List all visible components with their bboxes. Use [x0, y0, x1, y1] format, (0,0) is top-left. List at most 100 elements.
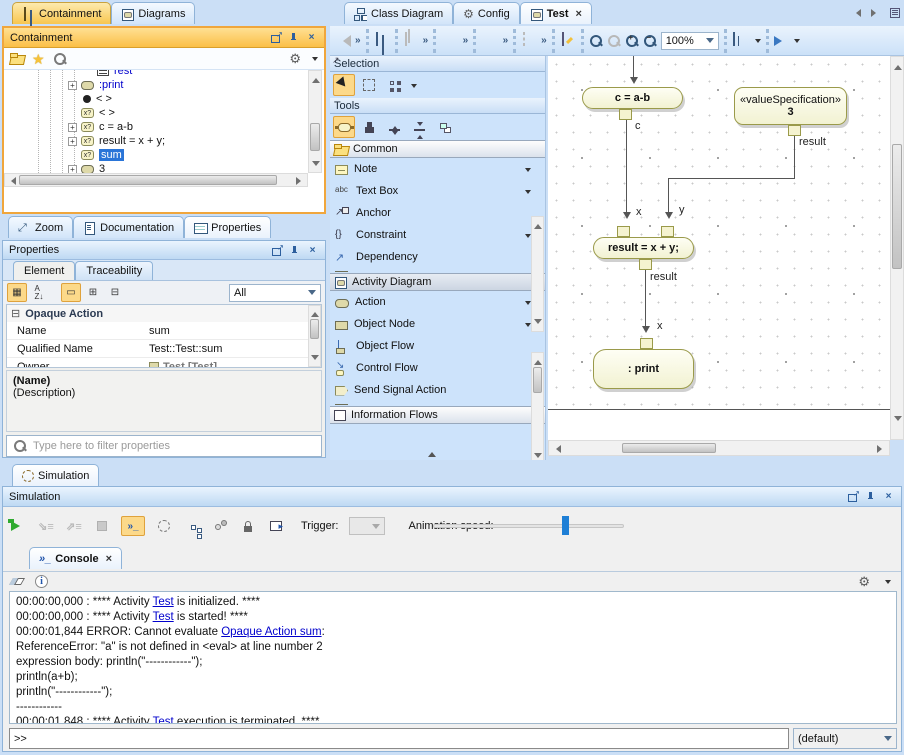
animation-speed-slider[interactable] — [433, 524, 624, 528]
search-icon[interactable] — [53, 52, 67, 66]
vertical-align-button[interactable] — [383, 116, 405, 138]
tree-expander-icon[interactable]: + — [68, 137, 77, 146]
property-row-qualified-name[interactable]: Qualified NameTest::Test::sum — [7, 340, 321, 358]
close-console-icon[interactable]: × — [106, 553, 112, 565]
open-folder-icon[interactable] — [10, 53, 24, 64]
stamp-tool-button[interactable] — [358, 116, 380, 138]
palette-item-send-signal-action[interactable]: Send Signal Action — [330, 379, 545, 401]
palette-item-dependency[interactable]: Dependency — [330, 246, 545, 268]
options-gear-icon[interactable]: ⚙ — [289, 52, 301, 66]
copy-icon[interactable] — [403, 33, 419, 49]
palette-item-control-flow[interactable]: Control Flow — [330, 357, 545, 379]
favorites-star-icon[interactable]: ★ — [32, 52, 45, 66]
run-simulation-button[interactable] — [9, 517, 27, 535]
console-link[interactable]: Test — [153, 596, 174, 608]
export-button[interactable] — [267, 517, 285, 535]
containment-tree-icon[interactable] — [374, 33, 390, 49]
tab-class-diagram[interactable]: Class Diagram — [344, 2, 453, 24]
output-pin[interactable] — [619, 109, 632, 120]
palette-item-anchor[interactable]: Anchor — [330, 202, 545, 224]
categorized-view-button[interactable]: ▦ — [7, 283, 27, 302]
tab-test[interactable]: Test × — [520, 2, 592, 24]
output-pin[interactable] — [788, 125, 801, 136]
layout-caret-icon[interactable] — [755, 39, 761, 46]
output-pin[interactable] — [639, 259, 652, 270]
drawer-information-flows[interactable]: Information Flows — [330, 406, 545, 424]
palette-item-note[interactable]: Note — [330, 158, 545, 180]
palette-scrollbar-activity[interactable] — [531, 352, 544, 460]
console-link[interactable]: Opaque Action sum — [221, 626, 321, 638]
zoom-out-icon[interactable]: − — [643, 34, 657, 48]
properties-table[interactable]: ⊟Opaque ActionNamesumQualified NameTest:… — [6, 304, 322, 368]
pin-icon[interactable] — [287, 31, 300, 44]
clear-console-icon[interactable] — [9, 578, 25, 585]
stop-button[interactable] — [93, 517, 111, 535]
show-description-button[interactable]: ▭ — [61, 283, 81, 302]
close-icon[interactable]: × — [305, 31, 318, 44]
action-node-c-eq-a-minus-b[interactable]: c = a-b — [582, 87, 683, 109]
scroll-tabs-left-icon[interactable] — [852, 9, 861, 17]
overflow-chevron[interactable]: » — [541, 35, 547, 46]
input-pin-x[interactable] — [640, 338, 653, 349]
tab-documentation[interactable]: Documentation — [73, 216, 184, 238]
float-icon[interactable] — [270, 244, 283, 257]
property-group-header[interactable]: ⊟Opaque Action — [7, 305, 321, 322]
float-icon[interactable] — [846, 490, 859, 503]
action-node-result[interactable]: result = x + y; — [593, 237, 694, 259]
object-flow-edge[interactable] — [645, 270, 646, 330]
marquee-select-button[interactable] — [358, 74, 380, 96]
activity-diagram-canvas[interactable]: c = a-b c «valueSpecification» 3 result … — [548, 56, 890, 440]
palette-item-text-box[interactable]: abcText Box — [330, 180, 545, 202]
palette-item-constraint[interactable]: {}Constraint — [330, 224, 545, 246]
tree-item-sum[interactable]: x?sum — [68, 148, 124, 162]
multi-select-button[interactable] — [383, 74, 405, 96]
trigger-combo-disabled[interactable] — [349, 517, 385, 535]
filter-properties-field[interactable]: Type here to filter properties — [6, 435, 322, 457]
selection-caret-icon[interactable] — [411, 84, 417, 91]
float-icon[interactable] — [269, 31, 282, 44]
run-caret-icon[interactable] — [794, 39, 800, 46]
item-caret-icon[interactable] — [525, 190, 531, 197]
console-input[interactable]: >> — [9, 728, 789, 749]
containment-tree[interactable]: rest+:print< >x?< >+x?c = a-b+x?result =… — [4, 70, 308, 173]
vertical-distribute-button[interactable] — [408, 116, 430, 138]
overflow-chevron[interactable]: » — [503, 35, 509, 46]
stereotype-display-icon[interactable] — [560, 33, 576, 49]
property-filter-combo[interactable]: All — [229, 284, 321, 302]
property-row-name[interactable]: Namesum — [7, 322, 321, 340]
tree-expander-icon[interactable]: + — [68, 165, 77, 174]
drawer-common[interactable]: Common — [330, 140, 545, 158]
object-flow-edge-result[interactable] — [794, 136, 795, 178]
tab-config[interactable]: ⚙ Config — [453, 2, 520, 24]
tab-console[interactable]: »_ Console × — [29, 547, 122, 569]
tab-properties[interactable]: Properties — [184, 216, 271, 238]
close-icon[interactable]: × — [306, 244, 319, 257]
tree-expander-icon[interactable]: + — [68, 123, 77, 132]
expand-all-button[interactable]: ⊞ — [83, 283, 103, 302]
animation-speed-handle[interactable] — [562, 516, 569, 535]
console-gear-icon[interactable]: ⚙ — [858, 575, 870, 589]
pin-icon[interactable] — [864, 490, 877, 503]
palette-item-action[interactable]: Action — [330, 291, 545, 313]
tab-traceability[interactable]: Traceability — [75, 261, 153, 280]
input-pin-x[interactable] — [617, 226, 630, 237]
collapse-all-button[interactable]: ⊟ — [105, 283, 125, 302]
tree-expander-icon[interactable]: + — [68, 81, 77, 90]
resize-icon[interactable] — [521, 33, 537, 49]
pan-tool-button[interactable] — [333, 116, 355, 138]
console-toggle-button[interactable]: »_ — [121, 516, 145, 536]
run-diagram-icon[interactable] — [774, 36, 787, 46]
step-into-button[interactable]: ⇘≡ — [37, 517, 55, 535]
overflow-chevron[interactable]: » — [463, 35, 469, 46]
console-gear-caret[interactable] — [885, 580, 891, 587]
tree-item--[interactable]: < > — [68, 92, 112, 106]
item-caret-icon[interactable] — [525, 168, 531, 175]
palette-item-object-node[interactable]: Object Node — [330, 313, 545, 335]
close-icon[interactable]: × — [882, 490, 895, 503]
tab-containment[interactable]: Containment — [12, 2, 111, 24]
lock-button[interactable] — [239, 517, 257, 535]
animate-options-button[interactable] — [155, 517, 173, 535]
back-icon[interactable] — [337, 35, 351, 47]
zoom-level-combo[interactable]: 100% — [661, 32, 719, 50]
zoom-region-icon[interactable] — [589, 34, 603, 48]
